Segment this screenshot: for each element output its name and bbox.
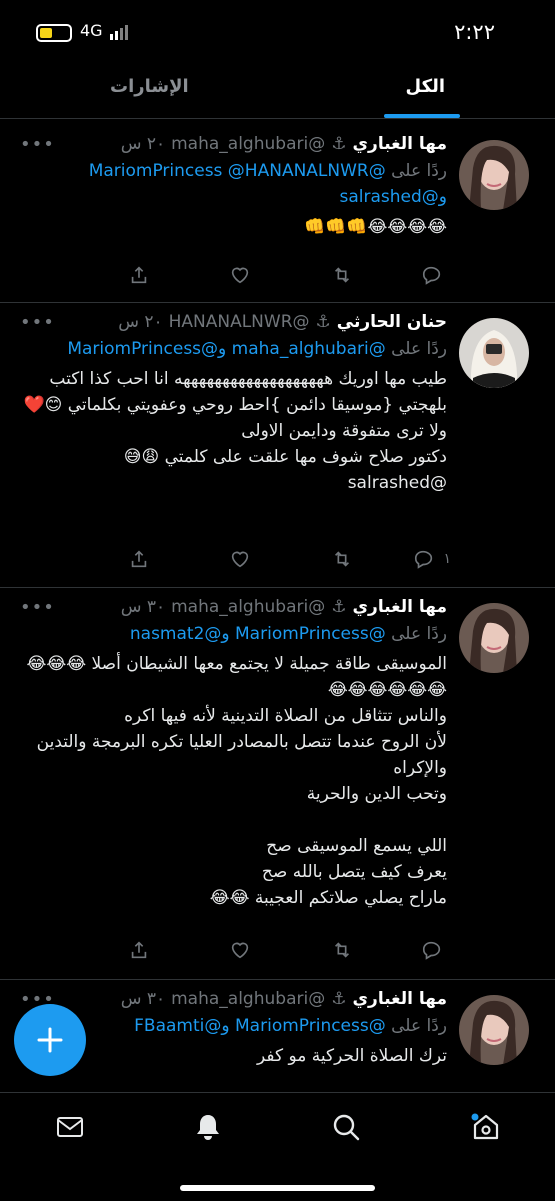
reply-context: ردًا على @MariomPrincess و@nasmat2: [20, 621, 447, 647]
more-options-icon[interactable]: •••: [20, 597, 55, 618]
reply-mentions-more[interactable]: و@salrashed: [20, 184, 447, 210]
reply-prefix: ردًا على: [391, 161, 447, 181]
avatar[interactable]: [459, 995, 529, 1065]
share-button[interactable]: [128, 548, 150, 570]
heart-icon: [231, 551, 249, 568]
tweet-actions: [34, 264, 451, 288]
tab-all[interactable]: الكل: [406, 76, 445, 97]
anchor-icon: ⚓: [315, 312, 331, 332]
nav-search[interactable]: [330, 1111, 362, 1143]
retweet-button[interactable]: [330, 939, 354, 961]
notification-tabs: الكل الإشارات: [0, 62, 555, 119]
reply-prefix: ردًا على: [391, 624, 447, 644]
heart-icon: [231, 942, 249, 959]
compose-tweet-button[interactable]: [14, 1004, 86, 1076]
reply-button[interactable]: ١: [413, 548, 451, 570]
battery-icon: [36, 24, 72, 42]
like-button[interactable]: [229, 264, 251, 286]
user-handle[interactable]: @HANANALNWR: [169, 312, 310, 332]
anchor-icon: ⚓: [331, 134, 347, 154]
more-options-icon[interactable]: •••: [20, 134, 55, 155]
user-handle[interactable]: @maha_alghubari: [171, 989, 325, 1009]
tweet-card[interactable]: حنان الحارثي ⚓ @HANANALNWR ٢٠ س ••• ردًا…: [0, 302, 555, 588]
anchor-icon: ⚓: [331, 989, 347, 1009]
reply-icon: [422, 941, 441, 960]
reply-mentions[interactable]: @MariomPrincess و@nasmat2: [130, 624, 386, 644]
reply-mentions[interactable]: @maha_alghubari و@MariomPrincess: [67, 339, 385, 359]
reply-mentions[interactable]: @MariomPrincess @HANANALNWR: [89, 161, 386, 181]
share-icon: [131, 941, 147, 959]
reply-icon: [415, 550, 433, 569]
reply-button[interactable]: [421, 939, 451, 961]
tab-mentions[interactable]: الإشارات: [110, 76, 189, 97]
retweet-icon: [334, 267, 350, 283]
like-button[interactable]: [229, 548, 251, 570]
home-indicator: [180, 1185, 375, 1191]
reply-context: ردًا على @maha_alghubari و@MariomPrinces…: [20, 336, 447, 362]
retweet-button[interactable]: [330, 548, 354, 570]
share-button[interactable]: [128, 264, 150, 286]
bell-icon: [197, 1115, 219, 1140]
retweet-icon: [334, 942, 350, 958]
status-bar: 4G ٢:٢٢: [0, 0, 555, 62]
tweet-time: ٢٠ س: [118, 312, 163, 332]
share-icon: [131, 550, 147, 568]
user-handle[interactable]: @maha_alghubari: [171, 134, 325, 154]
tweet-card[interactable]: مها الغباري ⚓ @maha_alghubari ٢٠ س ••• ر…: [0, 124, 555, 303]
share-button[interactable]: [128, 939, 150, 961]
tweet-actions: [34, 939, 451, 963]
nav-home[interactable]: [470, 1111, 502, 1143]
retweet-icon: [334, 551, 350, 567]
reply-prefix: ردًا على: [391, 1016, 447, 1036]
tweet-time: ٣٠ س: [120, 989, 166, 1009]
anchor-icon: ⚓: [331, 597, 347, 617]
tweet-time: ٢٠ س: [120, 134, 166, 154]
tweet-actions: ١: [34, 548, 451, 572]
display-name[interactable]: مها الغباري: [352, 134, 447, 154]
reply-prefix: ردًا على: [391, 339, 447, 359]
display-name[interactable]: مها الغباري: [352, 989, 447, 1009]
user-handle[interactable]: @maha_alghubari: [171, 597, 325, 617]
avatar[interactable]: [459, 318, 529, 388]
nav-notifications[interactable]: [192, 1111, 224, 1143]
heart-icon: [231, 267, 249, 284]
tweet-time: ٣٠ س: [120, 597, 166, 617]
like-button[interactable]: [229, 939, 251, 961]
reply-count: ١: [443, 551, 451, 567]
reply-mentions[interactable]: @MariomPrincess و@FBaamti: [134, 1016, 386, 1036]
network-label: 4G: [80, 21, 103, 40]
active-tab-indicator: [384, 114, 460, 118]
tweet-text: 😂😂😂😂👊👊👊: [304, 217, 447, 237]
avatar[interactable]: [459, 140, 529, 210]
home-icon: [471, 1113, 499, 1140]
status-time: ٢:٢٢: [454, 20, 495, 44]
nav-messages[interactable]: [54, 1111, 86, 1143]
tweet-card[interactable]: مها الغباري ⚓ @maha_alghubari ٣٠ س ••• ر…: [0, 587, 555, 980]
reply-icon: [422, 266, 441, 285]
share-icon: [131, 266, 147, 284]
retweet-button[interactable]: [330, 264, 354, 286]
more-options-icon[interactable]: •••: [20, 312, 55, 333]
mail-icon: [57, 1117, 83, 1137]
tweet-text: الموسيقى طاقة جميلة لا يجتمع معها الشيطا…: [26, 654, 447, 908]
plus-icon: [37, 1027, 63, 1053]
bottom-navigation: [0, 1092, 555, 1201]
trailing-mention[interactable]: @salrashed: [20, 470, 447, 496]
reply-button[interactable]: [421, 264, 451, 286]
avatar[interactable]: [459, 603, 529, 673]
reply-context: ردًا على @MariomPrincess @HANANALNWR و@s…: [20, 158, 447, 210]
search-icon: [333, 1114, 360, 1141]
tweet-text: طيب مها اوريك هههههههههههههههههههه انا ا…: [23, 369, 447, 467]
display-name[interactable]: حنان الحارثي: [337, 312, 447, 332]
display-name[interactable]: مها الغباري: [352, 597, 447, 617]
